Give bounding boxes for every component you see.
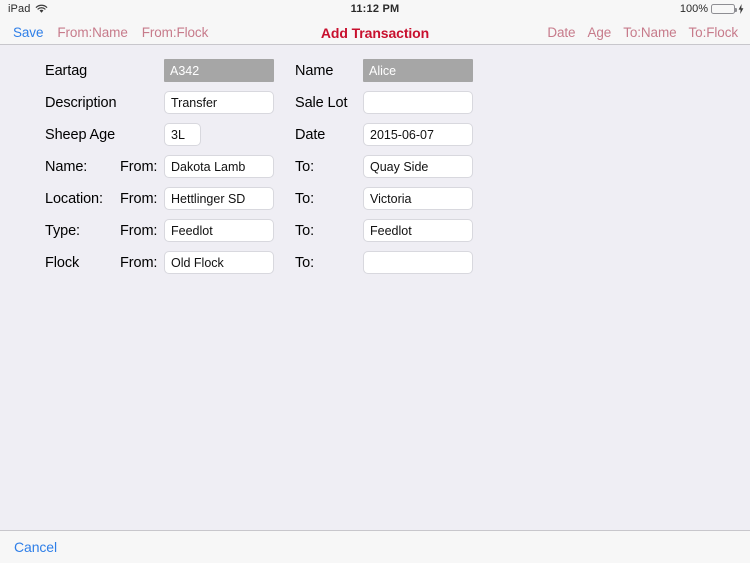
name-label: Name — [295, 62, 334, 79]
date-input[interactable]: 2015-06-07 — [363, 123, 473, 146]
transfer-type-to-input[interactable]: Feedlot — [363, 219, 473, 242]
form-row-flock-transfer: Flock From: Old Flock To: — [0, 247, 750, 278]
form-row-eartag: Eartag A342 Name Alice — [0, 55, 750, 86]
transfer-location-to-input[interactable]: Victoria — [363, 187, 473, 210]
lightning-bolt-icon — [738, 4, 744, 14]
eartag-label: Eartag — [45, 62, 88, 79]
bottom-toolbar: Cancel — [0, 530, 750, 563]
sheep-age-input[interactable]: 3L — [164, 123, 201, 146]
status-bar-clock: 11:12 PM — [350, 3, 400, 15]
form-row-location-transfer: Location: From: Hettlinger SD To: Victor… — [0, 183, 750, 214]
status-bar: iPad 11:12 PM 100% — [0, 0, 750, 20]
battery-icon — [711, 4, 737, 14]
transfer-type-to-label: To: — [295, 222, 315, 239]
form-row-description: Description Transfer Sale Lot — [0, 87, 750, 118]
transfer-location-from-label: From: — [120, 190, 158, 207]
transfer-flock-to-label: To: — [295, 254, 315, 271]
to-name-button[interactable]: To:Name — [623, 25, 676, 40]
transfer-name-from-label: From: — [120, 158, 158, 175]
to-flock-button[interactable]: To:Flock — [689, 25, 739, 40]
transfer-name-from-input[interactable]: Dakota Lamb — [164, 155, 274, 178]
navigation-toolbar: Save From:Name From:Flock Add Transactio… — [0, 20, 750, 45]
transfer-name-label: Name: — [45, 158, 88, 175]
description-input[interactable]: Transfer — [164, 91, 274, 114]
transfer-flock-from-label: From: — [120, 254, 158, 271]
transfer-flock-to-input[interactable] — [363, 251, 473, 274]
eartag-field: A342 — [164, 59, 274, 82]
transfer-name-to-input[interactable]: Quay Side — [363, 155, 473, 178]
form-row-name-transfer: Name: From: Dakota Lamb To: Quay Side — [0, 151, 750, 182]
cancel-button[interactable]: Cancel — [14, 539, 57, 555]
form-row-sheep-age: Sheep Age 3L Date 2015-06-07 — [0, 119, 750, 150]
transfer-flock-from-input[interactable]: Old Flock — [164, 251, 274, 274]
transfer-type-from-input[interactable]: Feedlot — [164, 219, 274, 242]
transfer-type-label: Type: — [45, 222, 80, 239]
age-button[interactable]: Age — [587, 25, 611, 40]
date-label: Date — [295, 126, 326, 143]
sale-lot-input[interactable] — [363, 91, 473, 114]
battery-percentage: 100% — [679, 3, 708, 15]
date-button[interactable]: Date — [547, 25, 575, 40]
transfer-location-to-label: To: — [295, 190, 315, 207]
description-label: Description — [45, 94, 117, 111]
status-bar-right: 100% — [680, 3, 744, 15]
transaction-form: Eartag A342 Name Alice Description Trans… — [0, 45, 750, 530]
transfer-location-label: Location: — [45, 190, 103, 207]
transfer-type-from-label: From: — [120, 222, 158, 239]
transfer-location-from-input[interactable]: Hettlinger SD — [164, 187, 274, 210]
app-screen: iPad 11:12 PM 100% Save From:Name From:F… — [0, 0, 750, 563]
form-row-type-transfer: Type: From: Feedlot To: Feedlot — [0, 215, 750, 246]
transfer-name-to-label: To: — [295, 158, 315, 175]
name-field: Alice — [363, 59, 473, 82]
sale-lot-label: Sale Lot — [295, 94, 348, 111]
toolbar-right-group: Date Age To:Name To:Flock — [547, 20, 738, 45]
sheep-age-label: Sheep Age — [45, 126, 116, 143]
transfer-flock-label: Flock — [45, 254, 80, 271]
